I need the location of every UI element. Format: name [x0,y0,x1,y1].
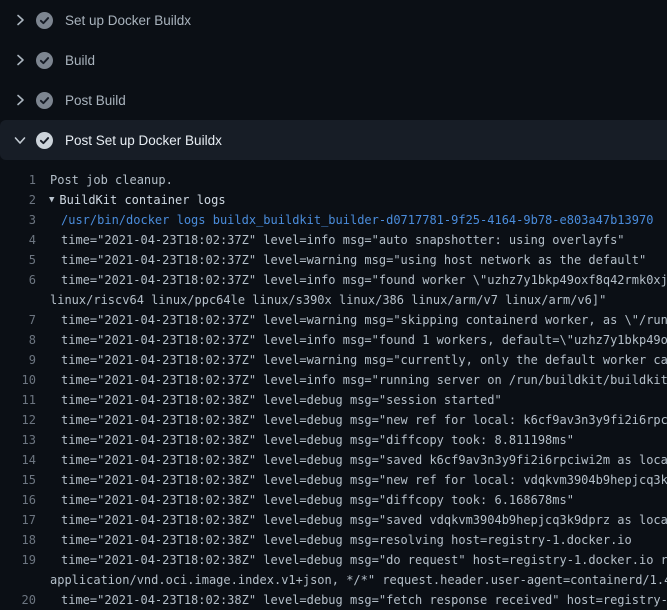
chevron-down-icon[interactable] [12,132,28,148]
line-number[interactable]: 10 [0,370,36,390]
log-line: 2 ▼BuildKit container logs [0,190,667,210]
line-number[interactable]: 12 [0,410,36,430]
log-text: time="2021-04-23T18:02:38Z" level=debug … [61,430,574,450]
log-line: 19 time="2021-04-23T18:02:38Z" level=debu… [0,550,667,570]
log-text: time="2021-04-23T18:02:38Z" level=debug … [61,410,667,430]
log-text: time="2021-04-23T18:02:38Z" level=debug … [61,390,502,410]
step-row-post-set-up-docker-buildx[interactable]: Post Set up Docker Buildx [0,120,667,160]
line-number[interactable]: 5 [0,250,36,270]
log-text: time="2021-04-23T18:02:38Z" level=debug … [61,510,667,530]
log-line: 6 time="2021-04-23T18:02:37Z" level=info … [0,270,667,290]
log-text: application/vnd.oci.image.index.v1+json,… [50,570,667,590]
log-line: 16 time="2021-04-23T18:02:38Z" level=debu… [0,490,667,510]
log-line: 5 time="2021-04-23T18:02:37Z" level=warni… [0,250,667,270]
line-number[interactable]: 20 [0,590,36,610]
log-command-text: /usr/bin/docker logs buildx_buildkit_bui… [61,210,653,230]
log-line: 12 time="2021-04-23T18:02:38Z" level=debu… [0,410,667,430]
log-text: time="2021-04-23T18:02:38Z" level=debug … [61,450,667,470]
line-number[interactable]: 1 [0,170,36,190]
log-text: time="2021-04-23T18:02:37Z" level=warnin… [61,250,646,270]
log-text: time="2021-04-23T18:02:38Z" level=debug … [61,590,667,610]
collapse-triangle-icon[interactable]: ▼ [49,190,54,210]
log-line: 9 time="2021-04-23T18:02:37Z" level=warni… [0,350,667,370]
check-circle-icon [36,92,53,109]
log-line: 18 time="2021-04-23T18:02:38Z" level=debu… [0,530,667,550]
log-text: Post job cleanup. [50,170,173,190]
log-line: 1 Post job cleanup. [0,170,667,190]
chevron-right-icon[interactable] [12,12,28,28]
log-text: time="2021-04-23T18:02:38Z" level=debug … [61,490,574,510]
log-text: time="2021-04-23T18:02:37Z" level=info m… [61,330,667,350]
log-text: time="2021-04-23T18:02:38Z" level=debug … [61,530,632,550]
step-row-post-build[interactable]: Post Build [0,80,667,120]
log-text: time="2021-04-23T18:02:37Z" level=info m… [61,230,625,250]
step-label: Build [65,53,95,68]
log-text: time="2021-04-23T18:02:37Z" level=info m… [61,270,667,290]
log-text: time="2021-04-23T18:02:37Z" level=warnin… [61,310,667,330]
log-text: time="2021-04-23T18:02:37Z" level=info m… [61,370,667,390]
log-line: 4 time="2021-04-23T18:02:37Z" level=info … [0,230,667,250]
check-circle-icon [36,52,53,69]
check-circle-icon [36,12,53,29]
line-number[interactable]: 2 [0,190,36,210]
line-number[interactable]: 18 [0,530,36,550]
log-line: 8 time="2021-04-23T18:02:37Z" level=info … [0,330,667,350]
log-line: 14 time="2021-04-23T18:02:38Z" level=debu… [0,450,667,470]
steps-list: Set up Docker Buildx Build Post Build Post … [0,0,667,160]
line-number[interactable]: 11 [0,390,36,410]
log-line: application/vnd.oci.image.index.v1+json,… [0,570,667,590]
log-line: 11 time="2021-04-23T18:02:38Z" level=debu… [0,390,667,410]
log-line: 15 time="2021-04-23T18:02:38Z" level=debu… [0,470,667,490]
log-line: 7 time="2021-04-23T18:02:37Z" level=warni… [0,310,667,330]
line-number[interactable]: 8 [0,330,36,350]
log-line: 3/usr/bin/docker logs buildx_buildkit_bu… [0,210,667,230]
step-row-build[interactable]: Build [0,40,667,80]
log-line: 17 time="2021-04-23T18:02:38Z" level=debu… [0,510,667,530]
log-text: time="2021-04-23T18:02:38Z" level=debug … [61,550,667,570]
chevron-right-icon[interactable] [12,92,28,108]
line-number[interactable]: 13 [0,430,36,450]
step-label: Post Set up Docker Buildx [65,133,222,148]
log-line: linux/riscv64 linux/ppc64le linux/s390x … [0,290,667,310]
line-number[interactable]: 3 [0,210,36,230]
actions-log-panel: Set up Docker Buildx Build Post Build Post … [0,0,667,610]
log-line: 20 time="2021-04-23T18:02:38Z" level=debu… [0,590,667,610]
check-circle-icon [36,132,53,149]
line-number[interactable]: 15 [0,470,36,490]
chevron-right-icon[interactable] [12,52,28,68]
log-text: time="2021-04-23T18:02:37Z" level=warnin… [61,350,667,370]
step-label: Set up Docker Buildx [65,13,191,28]
line-number[interactable]: 19 [0,550,36,570]
line-number[interactable]: 7 [0,310,36,330]
log-line: 10 time="2021-04-23T18:02:37Z" level=info… [0,370,667,390]
step-label: Post Build [65,93,126,108]
line-number[interactable]: 9 [0,350,36,370]
line-number [0,290,36,310]
log-text: time="2021-04-23T18:02:38Z" level=debug … [61,470,667,490]
line-number [0,570,36,590]
log-text[interactable]: BuildKit container logs [59,190,225,210]
line-number[interactable]: 16 [0,490,36,510]
line-number[interactable]: 6 [0,270,36,290]
line-number[interactable]: 4 [0,230,36,250]
log-area: 1 Post job cleanup. 2 ▼BuildKit container l… [0,160,667,610]
step-row-set-up-docker-buildx[interactable]: Set up Docker Buildx [0,0,667,40]
line-number[interactable]: 14 [0,450,36,470]
line-number[interactable]: 17 [0,510,36,530]
log-text: linux/riscv64 linux/ppc64le linux/s390x … [50,290,606,310]
log-line: 13 time="2021-04-23T18:02:38Z" level=debu… [0,430,667,450]
